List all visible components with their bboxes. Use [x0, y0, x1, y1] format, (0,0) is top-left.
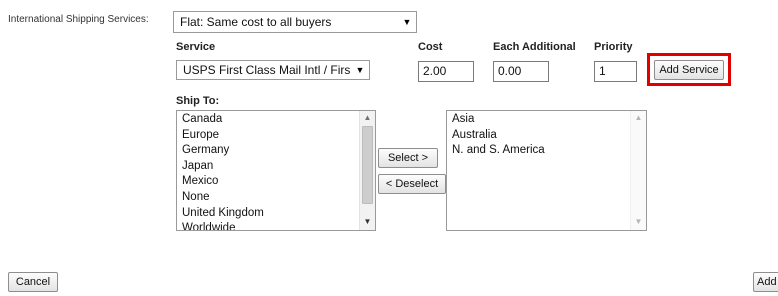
priority-header: Priority [594, 41, 633, 53]
cost-input[interactable]: 2.00 [418, 61, 474, 82]
select-location-button[interactable]: Select > [378, 148, 438, 168]
scroll-up-icon[interactable]: ▲ [631, 112, 646, 124]
chevron-down-icon: ▼ [355, 65, 365, 75]
each-additional-header: Each Additional [493, 41, 576, 53]
cost-header: Cost [418, 41, 443, 53]
cancel-button[interactable]: Cancel [8, 272, 58, 292]
scroll-thumb[interactable] [362, 126, 373, 204]
available-location-item[interactable]: Mexico [177, 174, 375, 190]
available-location-item[interactable]: Europe [177, 128, 375, 144]
service-header: Service [176, 41, 216, 53]
selected-locations-list[interactable]: Asia Australia N. and S. America ▲ ▼ [446, 110, 647, 231]
intl-shipping-label: International Shipping Services: [8, 14, 149, 25]
available-location-item[interactable]: United Kingdom [177, 206, 375, 222]
priority-input[interactable]: 1 [594, 61, 637, 82]
available-location-item[interactable]: Germany [177, 143, 375, 159]
selected-list-scrollbar[interactable]: ▲ ▼ [630, 111, 646, 230]
selected-location-item[interactable]: Asia [447, 112, 646, 128]
shipping-type-select[interactable]: Flat: Same cost to all buyers ▼ [173, 11, 417, 33]
available-location-item[interactable]: Japan [177, 159, 375, 175]
service-value: USPS First Class Mail Intl / Firs [183, 63, 351, 77]
available-list-scrollbar[interactable]: ▲ ▼ [359, 111, 375, 230]
shipping-type-value: Flat: Same cost to all buyers [180, 15, 332, 29]
scroll-down-icon[interactable]: ▼ [360, 216, 375, 228]
chevron-down-icon: ▼ [402, 17, 412, 27]
scroll-up-icon[interactable]: ▲ [360, 112, 375, 124]
add-button[interactable]: Add [753, 272, 778, 292]
available-location-item[interactable]: Canada [177, 112, 375, 128]
available-location-item[interactable]: None [177, 190, 375, 206]
selected-location-item[interactable]: N. and S. America [447, 143, 646, 159]
deselect-location-button[interactable]: < Deselect [378, 174, 446, 194]
available-locations-list[interactable]: Canada Europe Germany Japan Mexico None United… [176, 110, 376, 231]
add-service-button[interactable]: Add Service [654, 60, 724, 80]
scroll-down-icon[interactable]: ▼ [631, 216, 646, 228]
service-select[interactable]: USPS First Class Mail Intl / Firs ▼ [176, 60, 370, 80]
ship-to-header: Ship To: [176, 95, 220, 107]
selected-location-item[interactable]: Australia [447, 128, 646, 144]
available-location-item[interactable]: Worldwide [177, 221, 375, 230]
each-additional-input[interactable]: 0.00 [493, 61, 549, 82]
